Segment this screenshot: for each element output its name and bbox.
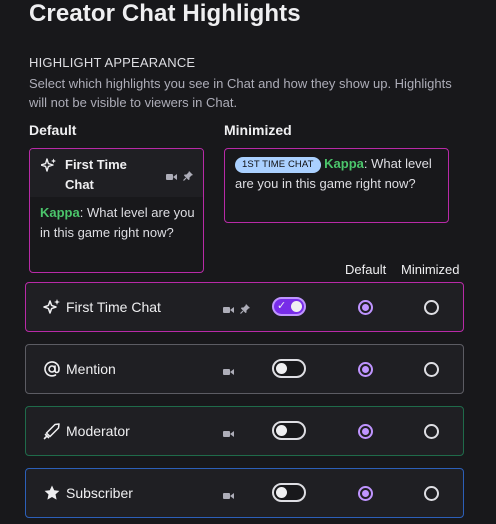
at-icon <box>43 360 61 378</box>
camera-icon <box>223 363 234 381</box>
camera-icon <box>223 301 234 319</box>
radio-default[interactable] <box>358 424 373 439</box>
preview-minimized-message: 1ST TIME CHAT Kappa: What level are you … <box>235 156 432 191</box>
radio-minimized[interactable] <box>424 300 439 315</box>
highlight-toggle[interactable]: ✓ <box>272 297 306 316</box>
row-label: Moderator <box>66 423 130 439</box>
radio-minimized[interactable] <box>424 424 439 439</box>
preview-default-label: Default <box>29 122 77 138</box>
chat-username: Kappa <box>40 205 80 220</box>
first-time-chat-badge: 1ST TIME CHAT <box>235 157 321 173</box>
highlight-row-mention: Mention <box>25 344 464 394</box>
page-title: Creator Chat Highlights <box>29 0 301 27</box>
column-header-default: Default <box>345 262 387 277</box>
section-heading: HIGHLIGHT APPEARANCE <box>29 55 196 70</box>
pin-icon <box>240 301 250 319</box>
preview-default-card: First Time Chat Kappa: What level are yo… <box>29 148 204 273</box>
highlight-toggle[interactable] <box>272 359 306 378</box>
row-label: First Time Chat <box>66 299 161 315</box>
highlight-row-moderator: Moderator <box>25 406 464 456</box>
highlight-row-first-time-chat: First Time Chat ✓ <box>25 282 464 332</box>
sparkle-icon <box>40 158 57 174</box>
highlight-row-subscriber: Subscriber <box>25 468 464 518</box>
highlight-toggle[interactable] <box>272 421 306 440</box>
star-icon <box>43 484 61 502</box>
sword-icon <box>43 422 61 440</box>
column-header-minimized: Minimized <box>401 262 460 277</box>
sparkle-icon <box>43 298 61 316</box>
highlight-toggle[interactable] <box>272 483 306 502</box>
preview-card-header: First Time Chat <box>30 149 203 197</box>
check-icon: ✓ <box>277 300 287 312</box>
preview-default-message: Kappa: What level are you in this game r… <box>40 205 195 240</box>
radio-default[interactable] <box>358 300 373 315</box>
camera-icon <box>166 168 177 186</box>
radio-default[interactable] <box>358 362 373 377</box>
preview-minimized-label: Minimized <box>224 122 292 138</box>
preview-card-title: First Time Chat <box>65 157 127 192</box>
radio-minimized[interactable] <box>424 486 439 501</box>
preview-minimized-card: 1ST TIME CHAT Kappa: What level are you … <box>224 148 449 223</box>
section-description: Select which highlights you see in Chat … <box>29 76 452 110</box>
row-label: Subscriber <box>66 485 133 501</box>
radio-default[interactable] <box>358 486 373 501</box>
chat-username: Kappa <box>324 156 364 171</box>
pin-icon <box>183 168 193 186</box>
radio-minimized[interactable] <box>424 362 439 377</box>
camera-icon <box>223 425 234 443</box>
row-label: Mention <box>66 361 116 377</box>
camera-icon <box>223 487 234 505</box>
